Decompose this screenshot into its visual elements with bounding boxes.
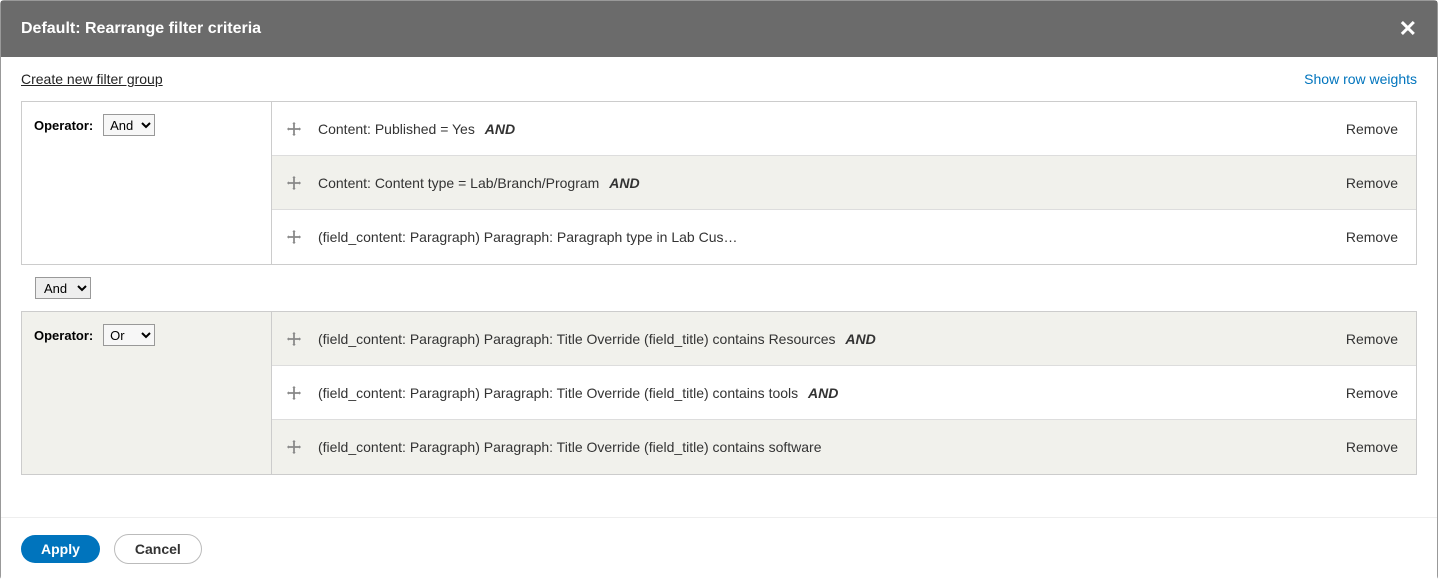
filter-text: Content: Content type = Lab/Branch/Progr… bbox=[318, 175, 1334, 191]
dialog-title: Default: Rearrange filter criteria bbox=[21, 20, 261, 38]
filter-row: (field_content: Paragraph) Paragraph: Ti… bbox=[272, 366, 1416, 420]
filter-suffix: AND bbox=[808, 385, 838, 401]
drag-handle-icon[interactable] bbox=[284, 440, 304, 454]
filter-row: (field_content: Paragraph) Paragraph: Ti… bbox=[272, 420, 1416, 474]
drag-handle-icon[interactable] bbox=[284, 386, 304, 400]
filter-row: (field_content: Paragraph) Paragraph: Ti… bbox=[272, 312, 1416, 366]
filter-text: (field_content: Paragraph) Paragraph: Ti… bbox=[318, 439, 1334, 455]
apply-button[interactable]: Apply bbox=[21, 535, 100, 563]
create-new-filter-group-link[interactable]: Create new filter group bbox=[21, 71, 163, 87]
filter-label: (field_content: Paragraph) Paragraph: Ti… bbox=[318, 331, 835, 347]
cancel-button[interactable]: Cancel bbox=[114, 534, 202, 564]
drag-handle-icon[interactable] bbox=[284, 122, 304, 136]
rows-panel-1: Content: Published = Yes AND Remove Cont… bbox=[272, 102, 1416, 264]
dialog-header: Default: Rearrange filter criteria ✕ bbox=[1, 1, 1437, 57]
operator-select-group1[interactable]: And bbox=[103, 114, 155, 136]
remove-link[interactable]: Remove bbox=[1346, 229, 1398, 245]
filter-group-2: Operator: Or (field_content: Paragraph) … bbox=[21, 311, 1417, 475]
operator-select-group2[interactable]: Or bbox=[103, 324, 155, 346]
filter-row: (field_content: Paragraph) Paragraph: Pa… bbox=[272, 210, 1416, 264]
drag-handle-icon[interactable] bbox=[284, 176, 304, 190]
filter-label: Content: Content type = Lab/Branch/Progr… bbox=[318, 175, 599, 191]
filter-suffix: AND bbox=[609, 175, 639, 191]
filter-text: (field_content: Paragraph) Paragraph: Pa… bbox=[318, 229, 1334, 245]
operator-label: Operator: bbox=[34, 328, 93, 343]
filter-label: (field_content: Paragraph) Paragraph: Pa… bbox=[318, 229, 737, 245]
dialog-body: Create new filter group Show row weights… bbox=[1, 57, 1437, 517]
filter-suffix: AND bbox=[845, 331, 875, 347]
filter-text: Content: Published = Yes AND bbox=[318, 121, 1334, 137]
remove-link[interactable]: Remove bbox=[1346, 121, 1398, 137]
remove-link[interactable]: Remove bbox=[1346, 331, 1398, 347]
operator-label: Operator: bbox=[34, 118, 93, 133]
filter-suffix: AND bbox=[485, 121, 515, 137]
drag-handle-icon[interactable] bbox=[284, 230, 304, 244]
scrollbar-vertical[interactable] bbox=[1423, 111, 1437, 517]
rows-panel-2: (field_content: Paragraph) Paragraph: Ti… bbox=[272, 312, 1416, 474]
show-row-weights-link[interactable]: Show row weights bbox=[1304, 71, 1417, 87]
filter-row: Content: Content type = Lab/Branch/Progr… bbox=[272, 156, 1416, 210]
filter-label: Content: Published = Yes bbox=[318, 121, 475, 137]
between-group-operator: And bbox=[21, 265, 1417, 311]
filter-group-1: Operator: And Content: Published = Yes A… bbox=[21, 101, 1417, 265]
filter-text: (field_content: Paragraph) Paragraph: Ti… bbox=[318, 385, 1334, 401]
filter-row: Content: Published = Yes AND Remove bbox=[272, 102, 1416, 156]
top-row: Create new filter group Show row weights bbox=[21, 71, 1417, 87]
operator-panel-1: Operator: And bbox=[22, 102, 272, 264]
filter-text: (field_content: Paragraph) Paragraph: Ti… bbox=[318, 331, 1334, 347]
remove-link[interactable]: Remove bbox=[1346, 175, 1398, 191]
remove-link[interactable]: Remove bbox=[1346, 385, 1398, 401]
dialog-footer: Apply Cancel bbox=[1, 517, 1437, 580]
filter-label: (field_content: Paragraph) Paragraph: Ti… bbox=[318, 439, 821, 455]
remove-link[interactable]: Remove bbox=[1346, 439, 1398, 455]
drag-handle-icon[interactable] bbox=[284, 332, 304, 346]
operator-panel-2: Operator: Or bbox=[22, 312, 272, 474]
close-icon[interactable]: ✕ bbox=[1399, 18, 1417, 40]
between-operator-select[interactable]: And bbox=[35, 277, 91, 299]
filter-label: (field_content: Paragraph) Paragraph: Ti… bbox=[318, 385, 798, 401]
